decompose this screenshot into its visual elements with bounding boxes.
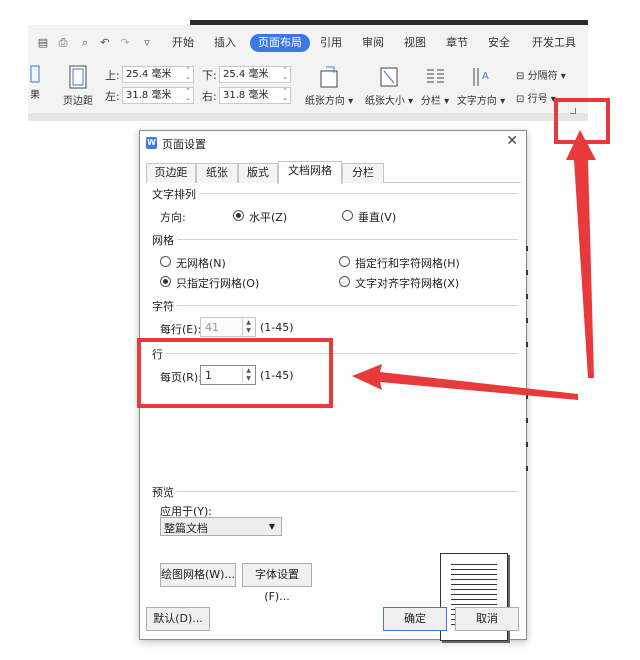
wps-app-icon: W xyxy=(146,137,157,149)
margins-icon xyxy=(69,65,87,89)
top-margin-label: 上: xyxy=(105,69,120,82)
doc-edge-mark xyxy=(526,466,528,471)
line-numbers-icon: ⊡ xyxy=(516,94,525,105)
default-button[interactable]: 默认(D)... xyxy=(146,607,210,631)
ok-button[interactable]: 确定 xyxy=(383,607,447,631)
tab-paper[interactable]: 纸张 xyxy=(196,163,238,183)
annotation-box-lines-per-page xyxy=(137,338,333,408)
chars-heading: 字符 xyxy=(152,298,177,314)
text-direction-button[interactable]: A 文字方向 ▾ xyxy=(456,65,506,107)
tab-developer[interactable]: 开发工具 xyxy=(532,34,576,52)
tab-page-layout[interactable]: 页面布局 xyxy=(250,34,310,52)
grid-heading: 网格 xyxy=(152,232,177,248)
print-icon[interactable]: ⎙ xyxy=(56,37,70,49)
doc-edge-mark xyxy=(526,246,528,251)
chars-per-line-stepper[interactable]: 41 ▲ ▼ xyxy=(200,317,256,337)
apply-to-select[interactable]: 整篇文档 ▼ xyxy=(160,517,282,536)
paper-size-icon xyxy=(380,67,398,87)
line-char-grid-radio[interactable] xyxy=(339,256,350,267)
horizontal-label[interactable]: 水平(Z) xyxy=(249,209,287,225)
direction-label: 方向: xyxy=(160,211,186,224)
line-char-grid-label[interactable]: 指定行和字符网格(H) xyxy=(355,255,460,271)
annotation-box-launcher xyxy=(554,98,610,144)
line-grid-only-label[interactable]: 只指定行网格(O) xyxy=(176,275,259,291)
font-settings-button[interactable]: 字体设置(F)... xyxy=(242,563,312,603)
tab-security[interactable]: 安全 xyxy=(488,34,510,52)
pdf-icon[interactable]: ▤ xyxy=(36,37,50,49)
ribbon-tabs: ▤ ⎙ ⌕ ↶ ↷ ▿ 开始 插入 页面布局 引用 审阅 视图 章节 安全 开发… xyxy=(28,31,588,55)
dialog-tabs: 页边距 纸张 版式 文档网格 分栏 xyxy=(146,161,521,184)
no-grid-label[interactable]: 无网格(N) xyxy=(176,255,226,271)
line-grid-only-radio[interactable] xyxy=(160,276,171,287)
chars-per-line-label: 每行(E): xyxy=(160,323,202,336)
paper-size-button[interactable]: 纸张大小 ▾ xyxy=(362,65,416,107)
orientation-button[interactable]: 纸张方向 ▾ xyxy=(302,65,356,107)
cut-off-tool-button[interactable]: 果 xyxy=(28,65,42,101)
dialog-title: 页面设置 xyxy=(162,138,206,151)
orientation-icon xyxy=(320,66,338,88)
line-numbers-button[interactable]: ⊡ 行号 ▾ xyxy=(516,90,556,105)
columns-button[interactable]: 分栏 ▾ xyxy=(418,65,452,107)
redo-icon[interactable]: ↷ xyxy=(118,37,132,49)
vertical-label[interactable]: 垂直(V) xyxy=(358,209,396,225)
tab-insert[interactable]: 插入 xyxy=(214,34,236,52)
text-layout-heading: 文字排列 xyxy=(152,186,199,202)
bottom-margin-label: 下: xyxy=(202,69,217,82)
tab-document-grid[interactable]: 文档网格 xyxy=(278,161,342,184)
tab-margins[interactable]: 页边距 xyxy=(146,163,196,183)
tab-layout[interactable]: 版式 xyxy=(238,163,278,183)
doc-edge-mark xyxy=(526,294,528,299)
undo-icon[interactable]: ↶ xyxy=(98,37,112,49)
print-preview-icon[interactable]: ⌕ xyxy=(78,37,92,49)
left-margin-field[interactable]: 31.8 毫米 ⌃ ⌄ xyxy=(122,87,194,104)
separator-button[interactable]: ⊟ 分隔符 ▾ xyxy=(516,67,566,82)
right-margin-field[interactable]: 31.8 毫米 ⌃ ⌄ xyxy=(219,87,291,104)
close-icon[interactable]: ✕ xyxy=(506,133,518,149)
draw-grid-button[interactable]: 绘图网格(W)... xyxy=(160,563,236,587)
tab-columns[interactable]: 分栏 xyxy=(342,163,384,183)
snap-char-grid-radio[interactable] xyxy=(339,276,350,287)
vertical-radio[interactable] xyxy=(342,210,353,221)
tab-home[interactable]: 开始 xyxy=(172,34,194,52)
doc-edge-mark xyxy=(526,318,528,323)
doc-edge-mark xyxy=(526,342,528,347)
annotation-arrow-up xyxy=(566,130,596,378)
text-direction-icon: A xyxy=(473,68,489,86)
horizontal-radio[interactable] xyxy=(233,210,244,221)
ribbon-toolbar: ▤ ⎙ ⌕ ↶ ↷ ▿ 开始 插入 页面布局 引用 审阅 视图 章节 安全 开发… xyxy=(28,25,588,121)
margins-button[interactable]: 页边距 xyxy=(58,65,98,107)
doc-edge-mark xyxy=(526,442,528,447)
no-grid-radio[interactable] xyxy=(160,256,171,267)
stepper-arrows-icon[interactable]: ▲ ▼ xyxy=(242,319,254,335)
right-margin-label: 右: xyxy=(202,90,217,103)
tab-review[interactable]: 审阅 xyxy=(362,34,384,52)
ribbon-bottom-strip xyxy=(28,113,588,121)
tab-references[interactable]: 引用 xyxy=(320,34,342,52)
top-margin-field[interactable]: 25.4 毫米 ⌃ ⌄ xyxy=(122,66,194,83)
tab-chapter[interactable]: 章节 xyxy=(446,34,468,52)
dropdown-arrow-icon: ▼ xyxy=(268,522,275,531)
bottom-margin-field[interactable]: 25.4 毫米 ⌃ ⌄ xyxy=(219,66,291,83)
doc-edge-mark xyxy=(526,418,528,423)
snap-char-grid-label[interactable]: 文字对齐字符网格(X) xyxy=(355,275,459,291)
svg-text:A: A xyxy=(482,71,489,82)
dialog-title-bar: W 页面设置 ✕ xyxy=(140,131,526,155)
preview-heading: 预览 xyxy=(152,484,177,500)
tab-view[interactable]: 视图 xyxy=(404,34,426,52)
separator-icon: ⊟ xyxy=(516,71,525,82)
customize-chevron-icon[interactable]: ▿ xyxy=(140,37,154,49)
columns-icon xyxy=(427,69,444,83)
doc-edge-mark xyxy=(526,270,528,275)
cancel-button[interactable]: 取消 xyxy=(455,607,519,631)
doc-edge-mark xyxy=(526,394,528,399)
left-margin-label: 左: xyxy=(105,90,120,103)
chars-range: (1-45) xyxy=(260,321,294,334)
